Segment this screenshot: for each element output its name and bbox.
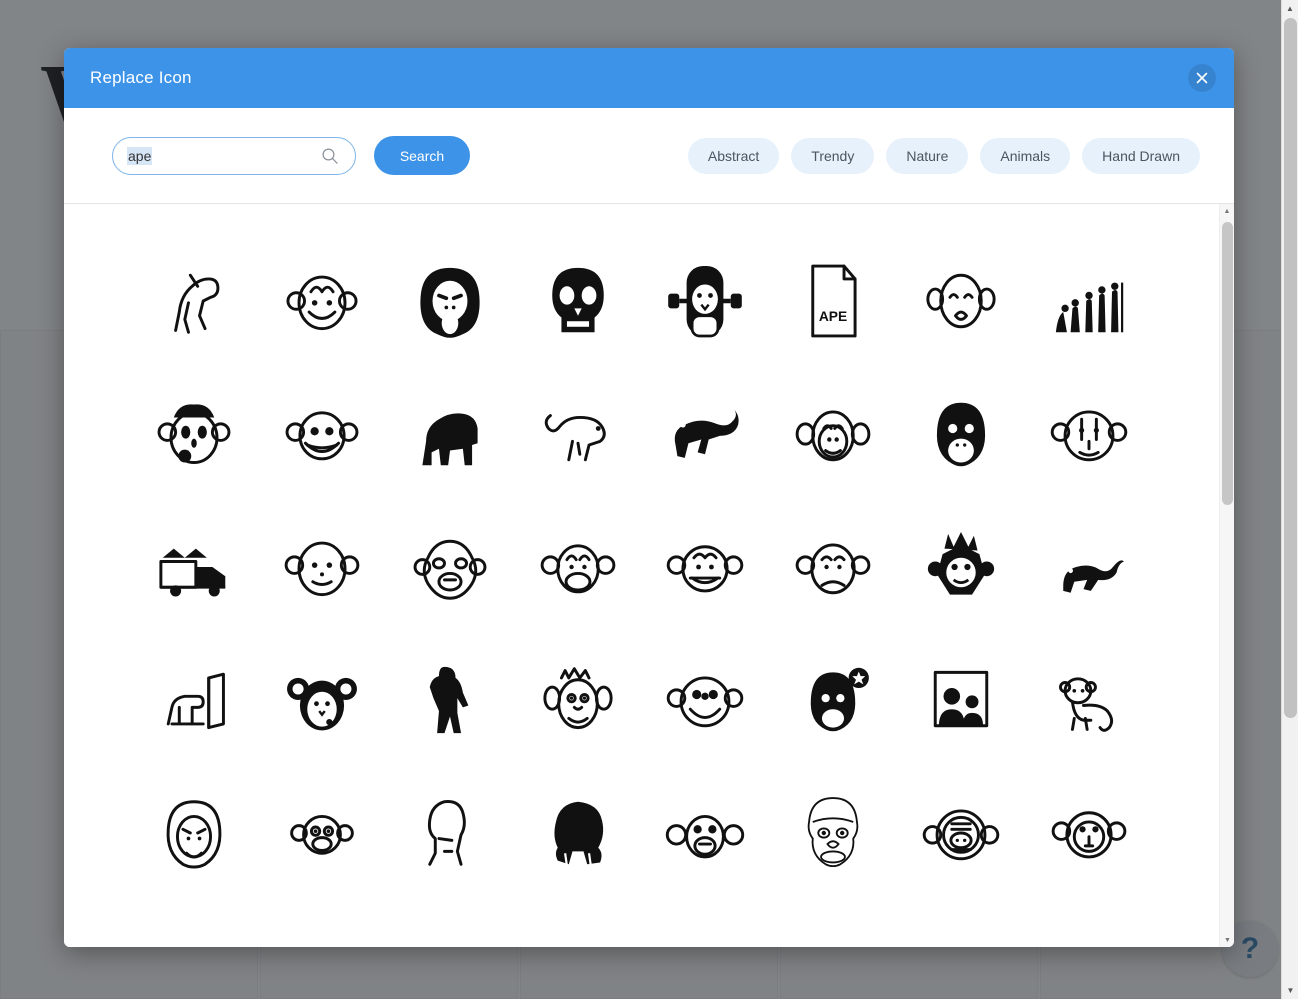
gorilla-portrait-detailed-icon[interactable] bbox=[769, 766, 897, 899]
animal-transport-truck-icon[interactable] bbox=[130, 500, 258, 633]
monkey-face-open-mouth-icon[interactable] bbox=[514, 500, 642, 633]
portrait-frame-people-icon[interactable] bbox=[897, 633, 1025, 766]
monkey-face-happy-outline-icon[interactable] bbox=[642, 633, 770, 766]
results-scroll-region: APE bbox=[64, 204, 1219, 947]
search-button[interactable]: Search bbox=[374, 136, 470, 175]
monkey-face-simple-outline-icon[interactable] bbox=[1025, 766, 1153, 899]
human-evolution-icon[interactable] bbox=[1025, 234, 1153, 367]
search-input[interactable]: ape Search icons bbox=[112, 136, 356, 175]
icon-results-grid: APE bbox=[64, 234, 1219, 947]
monkey-face-hairy-outline-icon[interactable] bbox=[130, 367, 258, 500]
svg-text:APE: APE bbox=[819, 309, 847, 324]
results-scroll-up-arrow[interactable]: ▲ bbox=[1220, 204, 1234, 218]
partial-icon-3[interactable] bbox=[386, 899, 514, 947]
ape-file-document-icon[interactable]: APE bbox=[769, 234, 897, 367]
dialog-title: Replace Icon bbox=[90, 68, 192, 87]
gorilla-head-outline-icon[interactable] bbox=[130, 766, 258, 899]
monkey-face-bold-outline-icon[interactable] bbox=[258, 633, 386, 766]
partial-icon-5[interactable] bbox=[642, 899, 770, 947]
chimp-face-filled-icon[interactable] bbox=[897, 367, 1025, 500]
category-pill-animals[interactable]: Animals bbox=[980, 137, 1071, 174]
partial-icon-1[interactable] bbox=[130, 899, 258, 947]
category-pill-trendy[interactable]: Trendy bbox=[791, 137, 875, 174]
monkey-face-spiky-hair-icon[interactable] bbox=[897, 500, 1025, 633]
results-scroll-down-arrow[interactable]: ▼ bbox=[1220, 933, 1234, 947]
monkey-running-silhouette-icon[interactable] bbox=[1025, 500, 1153, 633]
monkey-face-smiling-outline-icon[interactable] bbox=[258, 234, 386, 367]
gorilla-sitting-filled-icon[interactable] bbox=[514, 766, 642, 899]
partial-icon-8[interactable] bbox=[1025, 899, 1153, 947]
monkey-face-ears-wide-icon[interactable] bbox=[642, 766, 770, 899]
replace-icon-dialog: Replace Icon ape Search icons bbox=[64, 48, 1234, 947]
search-input-value: ape bbox=[127, 146, 153, 165]
ape-face-surprised-outline-icon[interactable] bbox=[897, 234, 1025, 367]
partial-icon-7[interactable] bbox=[897, 899, 1025, 947]
close-icon bbox=[1196, 72, 1208, 84]
ape-standing-outline-icon[interactable] bbox=[386, 766, 514, 899]
baboon-face-outline-icon[interactable] bbox=[386, 500, 514, 633]
monkey-face-ears-outline-icon[interactable] bbox=[769, 367, 897, 500]
results-scroll-thumb[interactable] bbox=[1222, 222, 1233, 505]
monkey-face-grin-outline-icon[interactable] bbox=[258, 367, 386, 500]
monkey-sitting-outline-icon[interactable] bbox=[1025, 633, 1153, 766]
browser-scrollbar[interactable]: ▲ ▼ bbox=[1281, 0, 1298, 999]
monkey-face-frown-outline-icon[interactable] bbox=[769, 500, 897, 633]
category-pill-hand-drawn[interactable]: Hand Drawn bbox=[1082, 137, 1200, 174]
search-icon bbox=[321, 147, 339, 165]
partial-icon-4[interactable] bbox=[514, 899, 642, 947]
browser-scroll-down-arrow[interactable]: ▼ bbox=[1282, 982, 1298, 999]
baboon-face-striped-icon[interactable] bbox=[897, 766, 1025, 899]
ape-skull-icon[interactable] bbox=[514, 234, 642, 367]
category-pill-abstract[interactable]: Abstract bbox=[687, 137, 780, 174]
partial-icon-2[interactable] bbox=[258, 899, 386, 947]
chimp-face-furry-outline-icon[interactable] bbox=[514, 633, 642, 766]
results-area: APE ▲ ▼ bbox=[64, 204, 1234, 947]
page-root: W ? ▲ ▼ Replace Icon bbox=[0, 0, 1298, 999]
gorilla-star-badge-icon[interactable] bbox=[769, 633, 897, 766]
gorilla-face-filled-icon[interactable] bbox=[386, 234, 514, 367]
category-pill-nature[interactable]: Nature bbox=[886, 137, 969, 174]
search-toolbar: ape Search icons Search Abstract Trendy … bbox=[64, 108, 1234, 204]
dialog-header: Replace Icon bbox=[64, 48, 1234, 108]
monkey-hanging-outline-icon[interactable] bbox=[514, 367, 642, 500]
browser-scroll-thumb[interactable] bbox=[1284, 18, 1297, 718]
monkey-face-round-outline-icon[interactable] bbox=[1025, 367, 1153, 500]
close-button[interactable] bbox=[1188, 64, 1216, 92]
monkey-face-wide-outline-icon[interactable] bbox=[642, 500, 770, 633]
monkey-climbing-filled-icon[interactable] bbox=[642, 367, 770, 500]
monkey-head-headphones-filled-icon[interactable] bbox=[642, 234, 770, 367]
category-pill-group: Abstract Trendy Nature Animals Hand Draw… bbox=[687, 137, 1200, 174]
ape-walking-knuckles-outline-icon[interactable] bbox=[130, 234, 258, 367]
monkey-face-small-outline-icon[interactable] bbox=[258, 766, 386, 899]
ape-face-plain-outline-icon[interactable] bbox=[258, 500, 386, 633]
browser-scroll-up-arrow[interactable]: ▲ bbox=[1282, 0, 1298, 17]
partial-icon-6[interactable] bbox=[769, 899, 897, 947]
gorilla-mirror-outline-icon[interactable] bbox=[130, 633, 258, 766]
bigfoot-silhouette-icon[interactable] bbox=[386, 633, 514, 766]
gorilla-silhouette-icon[interactable] bbox=[386, 367, 514, 500]
results-scrollbar[interactable]: ▲ ▼ bbox=[1219, 204, 1234, 947]
